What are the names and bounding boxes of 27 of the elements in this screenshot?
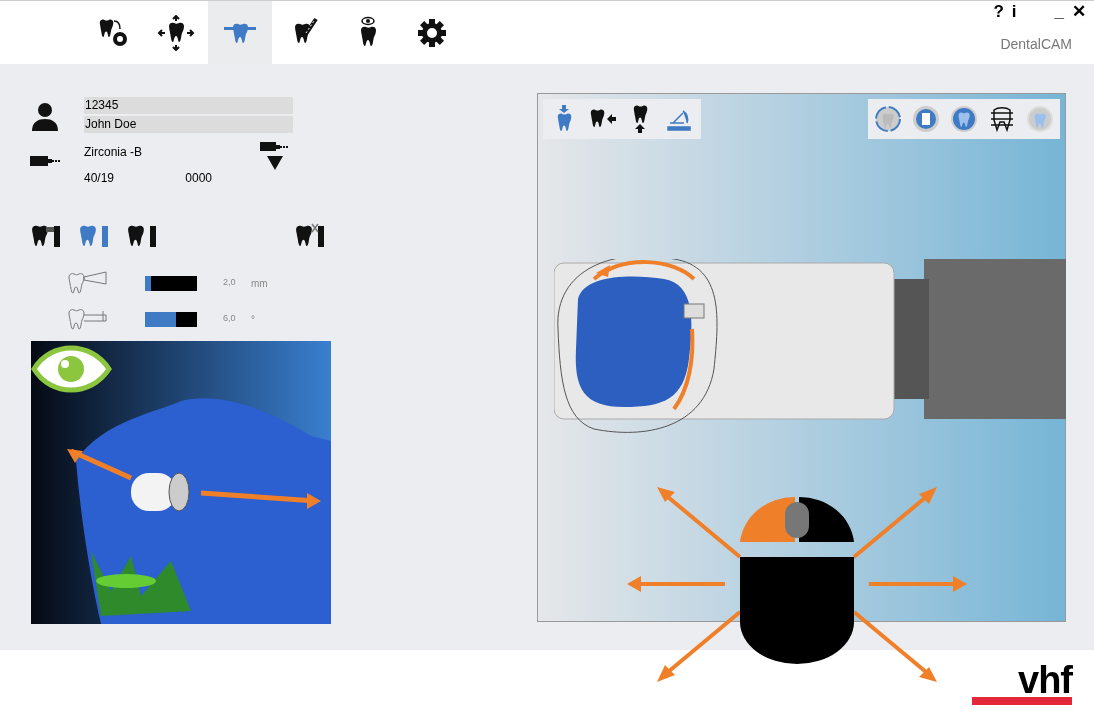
bridge-icon[interactable] — [988, 105, 1016, 133]
app-name: DentalCAM — [1000, 35, 1073, 54]
close-button[interactable]: ✕ — [1072, 2, 1086, 22]
param-unit: mm — [251, 276, 268, 291]
info-button[interactable]: i — [1011, 2, 1017, 22]
param-value: 6,0 — [223, 312, 237, 326]
vhf-logo: vhf — [972, 663, 1072, 705]
param-value: 2,0 — [223, 276, 237, 290]
crown-outline-icon[interactable] — [874, 105, 902, 133]
tooth-mode-icon[interactable] — [294, 223, 326, 249]
tooth-arrows-icon — [156, 14, 196, 51]
param-unit: ° — [251, 312, 255, 327]
patient-id-field[interactable]: 12345 — [84, 97, 293, 114]
tooth-angle-icon — [67, 307, 109, 331]
material-size: 40/19 — [84, 170, 115, 187]
minimize-button[interactable]: _ — [1054, 2, 1064, 22]
milling-tool-icon — [30, 155, 60, 167]
tool-change-icon[interactable] — [260, 140, 290, 172]
material-code: 0000 — [185, 170, 212, 187]
material-name: Zirconia -B — [84, 144, 143, 161]
tooth-mode-icon[interactable] — [30, 223, 62, 249]
tooth-mode-icon[interactable] — [126, 223, 158, 249]
tooth-distance-icon — [67, 271, 109, 295]
help-button[interactable]: ? — [993, 2, 1004, 22]
patient-name-field[interactable]: John Doe — [84, 116, 293, 133]
crown-filled-icon[interactable] — [950, 105, 978, 133]
user-icon — [30, 101, 60, 131]
